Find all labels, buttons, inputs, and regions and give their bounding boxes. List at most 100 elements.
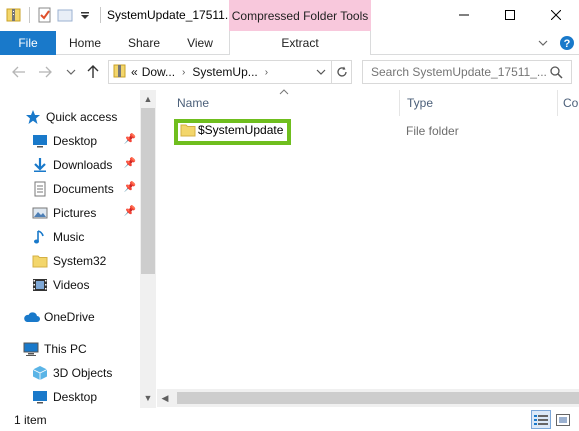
chevron-right-icon[interactable]: › bbox=[262, 67, 271, 78]
forward-button[interactable] bbox=[36, 62, 54, 82]
toolbar-separator bbox=[29, 7, 30, 23]
large-icons-view-icon bbox=[556, 413, 570, 426]
title-bar: SystemUpdate_17511... Compressed Folder … bbox=[0, 0, 579, 32]
ribbon-tabs: File Home Share View Extract ? bbox=[0, 31, 579, 55]
highlight-box bbox=[174, 119, 291, 145]
quick-access-toolbar bbox=[6, 5, 104, 25]
sidebar-item-system32[interactable]: System32 bbox=[0, 250, 140, 272]
sidebar-item-label: Desktop bbox=[53, 390, 98, 404]
navigation-pane-scrollbar[interactable]: ▲ ▼ bbox=[140, 90, 156, 408]
column-header-compressed-size[interactable]: Co bbox=[557, 90, 579, 116]
maximize-icon bbox=[505, 10, 515, 20]
tab-file[interactable]: File bbox=[0, 31, 56, 55]
search-box[interactable] bbox=[362, 60, 572, 84]
tab-share[interactable]: Share bbox=[118, 31, 170, 55]
maximize-button[interactable] bbox=[487, 0, 533, 30]
large-icons-view-button[interactable] bbox=[553, 410, 573, 429]
pin-icon[interactable]: 📌 bbox=[124, 134, 136, 145]
column-header-name[interactable]: Name bbox=[169, 90, 399, 116]
status-bar: 1 item bbox=[0, 408, 579, 431]
sidebar-item-downloads[interactable]: Downloads 📌 bbox=[0, 154, 140, 176]
chevron-down-icon bbox=[316, 69, 325, 75]
refresh-button[interactable] bbox=[331, 61, 351, 83]
search-icon[interactable] bbox=[550, 66, 563, 82]
scroll-up-arrow-icon[interactable]: ▲ bbox=[140, 91, 156, 107]
documents-icon bbox=[32, 181, 48, 197]
details-view-button[interactable] bbox=[531, 410, 551, 429]
scrollbar-thumb[interactable] bbox=[141, 108, 155, 274]
help-icon[interactable]: ? bbox=[559, 35, 575, 54]
sidebar-item-label: Music bbox=[53, 230, 85, 244]
close-icon bbox=[551, 10, 561, 20]
pin-icon[interactable]: 📌 bbox=[124, 206, 136, 217]
star-icon bbox=[25, 109, 41, 125]
sidebar-item-label: Downloads bbox=[53, 158, 113, 172]
sidebar-item-pictures[interactable]: Pictures 📌 bbox=[0, 202, 140, 224]
cloud-icon bbox=[23, 309, 40, 325]
music-icon bbox=[32, 229, 48, 245]
address-bar[interactable]: « Dow... › SystemUp... › bbox=[108, 60, 352, 84]
scrollbar-thumb[interactable] bbox=[177, 392, 579, 404]
item-count: 1 item bbox=[14, 413, 47, 427]
pin-icon[interactable]: 📌 bbox=[124, 158, 136, 169]
sidebar-item-label: OneDrive bbox=[44, 310, 95, 324]
up-arrow-icon bbox=[87, 65, 99, 78]
address-segment-systemupdate[interactable]: SystemUp... bbox=[188, 65, 261, 79]
sidebar-item-label: 3D Objects bbox=[53, 366, 113, 380]
minimize-icon bbox=[459, 14, 469, 16]
chevron-right-icon[interactable]: › bbox=[179, 67, 188, 78]
up-button[interactable] bbox=[84, 62, 102, 82]
search-input[interactable] bbox=[371, 62, 551, 82]
sidebar-item-label: Videos bbox=[53, 278, 90, 292]
sidebar-item-onedrive[interactable]: OneDrive bbox=[0, 306, 140, 328]
expand-ribbon-icon[interactable] bbox=[537, 37, 549, 52]
sidebar-item-this-pc[interactable]: This PC bbox=[0, 338, 140, 360]
sidebar-item-desktop[interactable]: Desktop 📌 bbox=[0, 130, 140, 152]
zip-folder-icon bbox=[113, 64, 127, 81]
zip-folder-icon bbox=[6, 7, 22, 23]
column-header-type[interactable]: Type bbox=[399, 90, 557, 116]
address-overflow[interactable]: « bbox=[127, 65, 142, 79]
tab-extract[interactable]: Extract bbox=[229, 31, 371, 55]
desktop-icon bbox=[32, 389, 48, 405]
quick-access-item[interactable]: Quick access bbox=[0, 106, 140, 128]
download-icon bbox=[32, 157, 48, 173]
sidebar-item-3d-objects[interactable]: 3D Objects bbox=[0, 362, 140, 384]
sidebar-item-label: System32 bbox=[53, 254, 107, 268]
address-dropdown-button[interactable] bbox=[311, 61, 329, 83]
customize-toolbar-icon[interactable] bbox=[77, 7, 93, 23]
scroll-down-arrow-icon[interactable]: ▼ bbox=[140, 390, 156, 406]
navigation-pane: Quick access Desktop 📌 Downloads 📌 Docum… bbox=[0, 90, 140, 408]
sidebar-item-videos[interactable]: Videos bbox=[0, 274, 140, 296]
compressed-folder-tools-title: Compressed Folder Tools bbox=[229, 0, 371, 32]
ribbon-controls: ? bbox=[537, 35, 575, 54]
scroll-left-arrow-icon[interactable]: ◀ bbox=[157, 389, 173, 407]
pictures-icon bbox=[32, 205, 48, 221]
minimize-button[interactable] bbox=[441, 0, 487, 30]
address-segment-downloads[interactable]: Dow... bbox=[142, 65, 179, 79]
sidebar-item-label: Documents bbox=[53, 182, 114, 196]
sidebar-item-documents[interactable]: Documents 📌 bbox=[0, 178, 140, 200]
chevron-down-icon bbox=[66, 69, 76, 75]
pin-icon[interactable]: 📌 bbox=[124, 182, 136, 193]
properties-icon[interactable] bbox=[37, 7, 53, 23]
sidebar-item-pc-desktop[interactable]: Desktop bbox=[0, 386, 140, 408]
back-button[interactable] bbox=[10, 62, 28, 82]
new-folder-icon[interactable] bbox=[57, 7, 73, 23]
sidebar-item-label: Pictures bbox=[53, 206, 97, 220]
window-title: SystemUpdate_17511... bbox=[107, 8, 235, 22]
recent-locations-button[interactable] bbox=[62, 62, 80, 82]
3d-objects-icon bbox=[32, 365, 48, 381]
forward-arrow-icon bbox=[39, 66, 52, 78]
file-list: Name Type Co $SystemUpdate File folder bbox=[157, 86, 579, 408]
close-button[interactable] bbox=[533, 0, 579, 30]
tab-view[interactable]: View bbox=[176, 31, 224, 55]
view-toggle bbox=[531, 410, 573, 429]
desktop-icon bbox=[32, 133, 48, 149]
file-list-horizontal-scrollbar[interactable]: ◀ bbox=[157, 389, 579, 407]
videos-icon bbox=[32, 277, 48, 293]
navigation-bar: « Dow... › SystemUp... › bbox=[0, 58, 579, 86]
folder-icon bbox=[32, 253, 48, 269]
sidebar-item-music[interactable]: Music bbox=[0, 226, 140, 248]
tab-home[interactable]: Home bbox=[60, 31, 110, 55]
